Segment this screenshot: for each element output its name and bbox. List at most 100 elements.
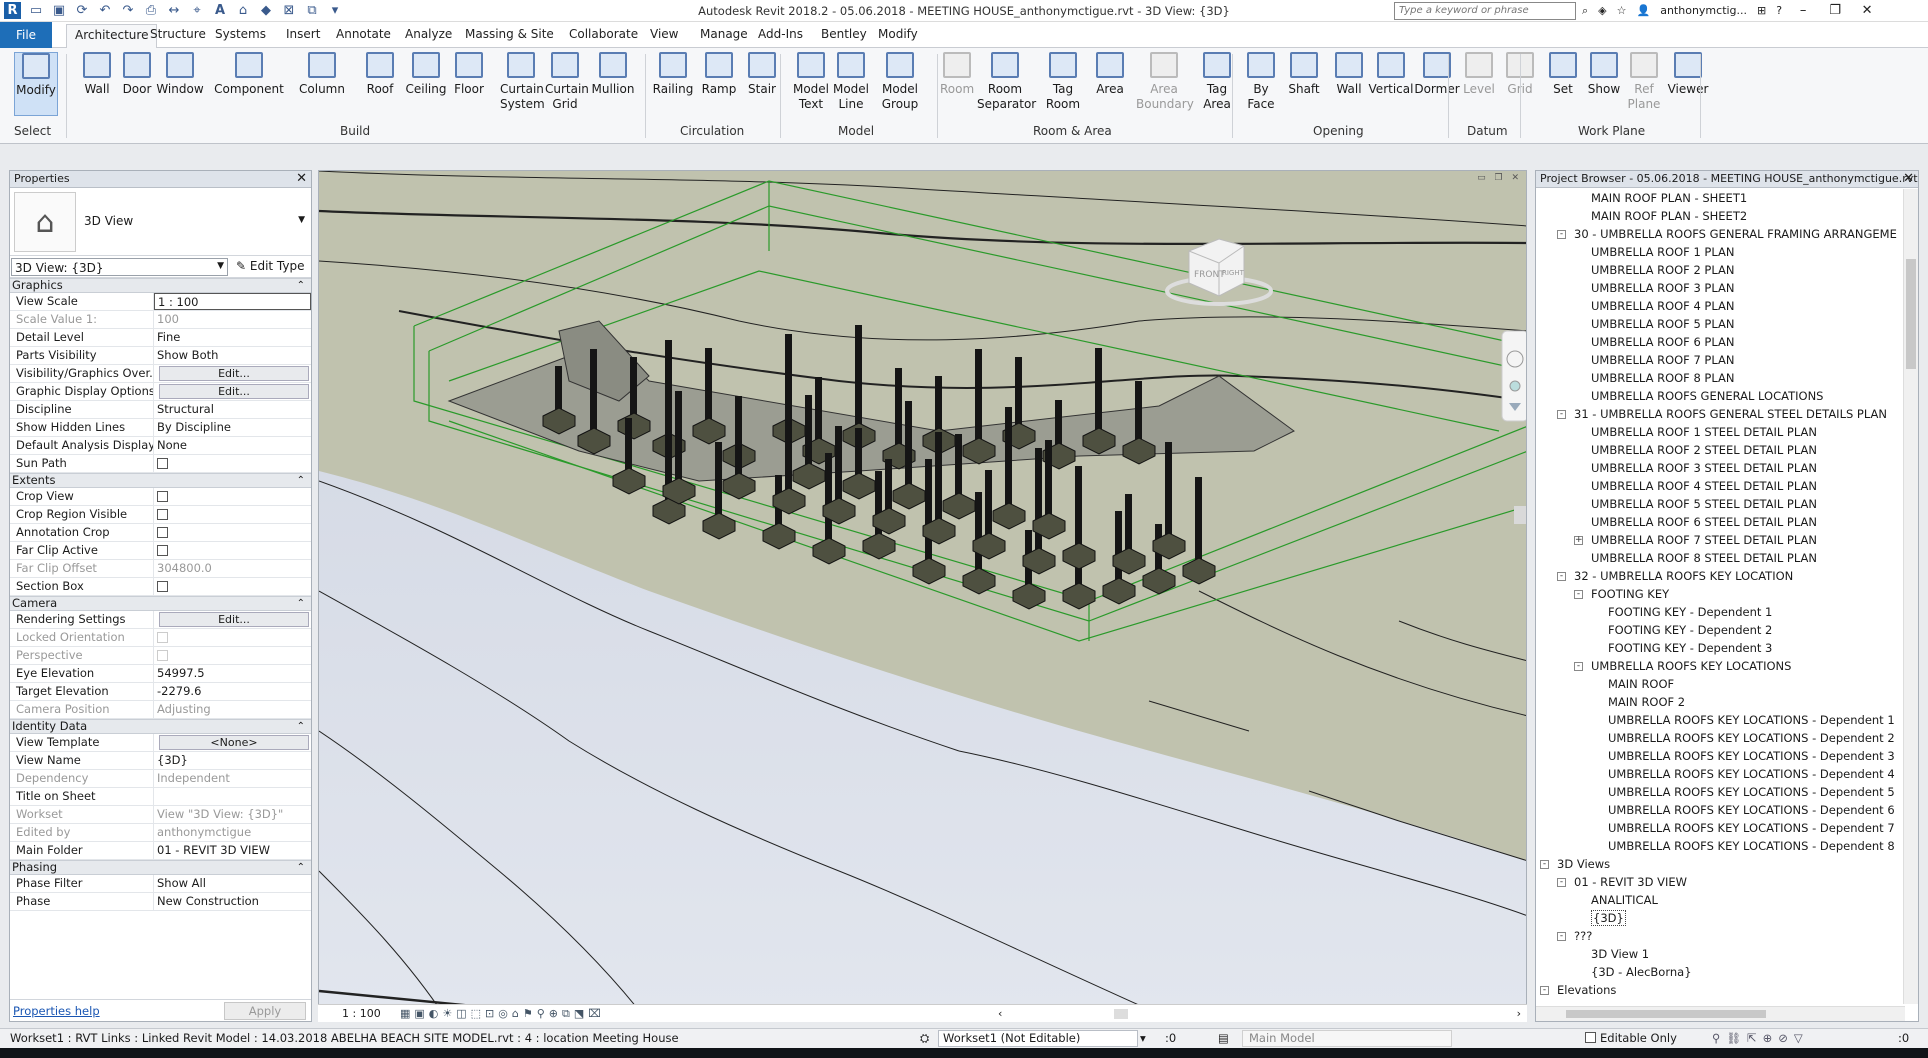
property-value[interactable]: Structural [154,401,311,418]
model-canvas[interactable]: FRONT RIGHT [319,171,1527,1022]
ribbon-curtain-system-button[interactable]: Curtain System [500,52,545,112]
browser-item[interactable]: -32 - UMBRELLA ROOFS KEY LOCATION [1536,567,1904,585]
h-scroll-thumb[interactable] [1114,1009,1128,1019]
browser-item[interactable]: FOOTING KEY - Dependent 2 [1536,621,1904,639]
collapse-icon[interactable]: - [1557,230,1566,239]
instance-filter-dropdown[interactable]: 3D View: {3D} ▼ [11,258,228,276]
property-value[interactable] [154,506,311,523]
collapse-icon[interactable]: ⌃ [297,279,305,292]
user-icon[interactable]: 👤 [1637,4,1651,17]
ribbon-room-button[interactable]: Room [940,52,974,97]
section-identity-data[interactable]: Identity Data ⌃ [10,719,311,734]
browser-item[interactable]: UMBRELLA ROOFS KEY LOCATIONS - Dependent… [1536,729,1904,747]
ribbon-model-text-button[interactable]: Model Text [791,52,831,112]
3d-view-icon[interactable]: ⌂ [235,3,251,19]
browser-item[interactable]: ANALITICAL [1536,891,1904,909]
selection-filter-icons[interactable]: ⚲⛓⇱⊕⊘▽ [1712,1029,1809,1048]
tag-icon[interactable]: ⌖ [189,3,205,19]
property-checkbox[interactable] [157,581,168,592]
ribbon-tag-room-button[interactable]: Tag Room [1041,52,1085,112]
3d-viewport[interactable]: ▭ ❐ ✕ FRONT RIGHT [318,170,1527,1022]
property-value[interactable]: Fine [154,329,311,346]
browser-item[interactable]: UMBRELLA ROOFS KEY LOCATIONS - Dependent… [1536,711,1904,729]
browser-item[interactable]: UMBRELLA ROOF 3 PLAN [1536,279,1904,297]
tab-add-ins[interactable]: Add-Ins [758,27,803,41]
text-icon[interactable]: A [212,3,228,19]
browser-item[interactable]: UMBRELLA ROOF 3 STEEL DETAIL PLAN [1536,459,1904,477]
ribbon-wall-button[interactable]: Wall [1330,52,1368,97]
browser-item[interactable]: {3D} [1536,909,1904,927]
save-icon[interactable]: ▣ [51,3,67,19]
property-value[interactable]: By Discipline [154,419,311,436]
property-value[interactable] [154,455,311,472]
property-value[interactable] [154,524,311,541]
ribbon-dormer-button[interactable]: Dormer [1414,52,1460,97]
browser-item[interactable]: UMBRELLA ROOF 4 PLAN [1536,297,1904,315]
favorites-icon[interactable]: ☆ [1617,4,1627,17]
ribbon-railing-button[interactable]: Railing [651,52,695,97]
browser-item[interactable]: MAIN ROOF 2 [1536,693,1904,711]
design-option-dropdown[interactable]: Main Model [1242,1030,1452,1047]
browser-item[interactable]: UMBRELLA ROOFS KEY LOCATIONS - Dependent… [1536,837,1904,855]
apply-button[interactable]: Apply [224,1002,306,1020]
view-scrollbar-thumb[interactable] [1514,506,1526,524]
property-checkbox[interactable] [157,491,168,502]
chevron-down-icon[interactable]: ▾ [1140,1029,1146,1048]
section-camera[interactable]: Camera ⌃ [10,596,311,611]
browser-item[interactable]: UMBRELLA ROOFS KEY LOCATIONS - Dependent… [1536,783,1904,801]
edit-button[interactable]: Edit... [159,366,309,381]
edit-button[interactable]: <None> [159,735,309,750]
browser-item[interactable]: FOOTING KEY - Dependent 3 [1536,639,1904,657]
edit-type-button[interactable]: ✎ Edit Type [236,259,305,273]
ribbon-wall-button[interactable]: Wall [78,52,116,97]
tab-systems[interactable]: Systems [215,27,266,41]
browser-item[interactable]: UMBRELLA ROOF 8 PLAN [1536,369,1904,387]
collapse-icon[interactable]: ⌃ [297,861,305,874]
ribbon-ramp-button[interactable]: Ramp [700,52,738,97]
property-value[interactable]: Edit... [154,611,311,628]
collapse-icon[interactable]: - [1557,572,1566,581]
expand-icon[interactable]: + [1574,536,1583,545]
browser-item[interactable]: UMBRELLA ROOF 5 STEEL DETAIL PLAN [1536,495,1904,513]
navigation-bar[interactable] [1501,330,1527,422]
browser-item[interactable]: 3D View 1 [1536,945,1904,963]
browser-item[interactable]: {3D - AlecBorna} [1536,963,1904,981]
ribbon-stair-button[interactable]: Stair [744,52,780,97]
chevron-down-icon[interactable]: ▼ [298,215,305,225]
tab-massing-site[interactable]: Massing & Site [465,27,554,41]
property-value[interactable]: 1 : 100 [154,293,311,310]
property-value[interactable]: Edit... [154,383,311,400]
property-value[interactable] [154,488,311,505]
property-value[interactable]: Show All [154,875,311,892]
tab-insert[interactable]: Insert [286,27,320,41]
property-checkbox[interactable] [157,458,168,469]
ribbon-column-button[interactable]: Column [296,52,348,97]
section-graphics[interactable]: Graphics ⌃ [10,278,311,293]
browser-item[interactable]: -??? [1536,927,1904,945]
open-icon[interactable]: ▭ [28,3,44,19]
undo-icon[interactable]: ↶ [97,3,113,19]
browser-item[interactable]: UMBRELLA ROOF 4 STEEL DETAIL PLAN [1536,477,1904,495]
close-icon[interactable]: ✕ [1903,171,1914,186]
browser-hscroll-thumb[interactable] [1566,1010,1766,1018]
property-value[interactable]: <None> [154,734,311,751]
ribbon-vertical-button[interactable]: Vertical [1368,52,1414,97]
search-input[interactable]: Type a keyword or phrase [1394,2,1576,20]
close-icon[interactable]: ✕ [1856,3,1878,18]
property-value[interactable]: -2279.6 [154,683,311,700]
collapse-icon[interactable]: - [1557,410,1566,419]
property-value[interactable] [154,788,311,805]
tab-architecture[interactable]: Architecture [66,24,158,48]
browser-item[interactable]: MAIN ROOF [1536,675,1904,693]
property-value[interactable]: None [154,437,311,454]
property-value[interactable]: Show Both [154,347,311,364]
collapse-icon[interactable]: ⌃ [297,597,305,610]
tab-bentley[interactable]: Bentley [821,27,867,41]
collapse-icon[interactable]: - [1540,860,1549,869]
ribbon-shaft-button[interactable]: Shaft [1286,52,1322,97]
sync-icon[interactable]: ⟳ [74,3,90,19]
user-name[interactable]: anthonymctig... [1660,4,1747,17]
ribbon-window-button[interactable]: Window [156,52,204,97]
ribbon-set-button[interactable]: Set [1546,52,1580,97]
edit-button[interactable]: Edit... [159,384,309,399]
